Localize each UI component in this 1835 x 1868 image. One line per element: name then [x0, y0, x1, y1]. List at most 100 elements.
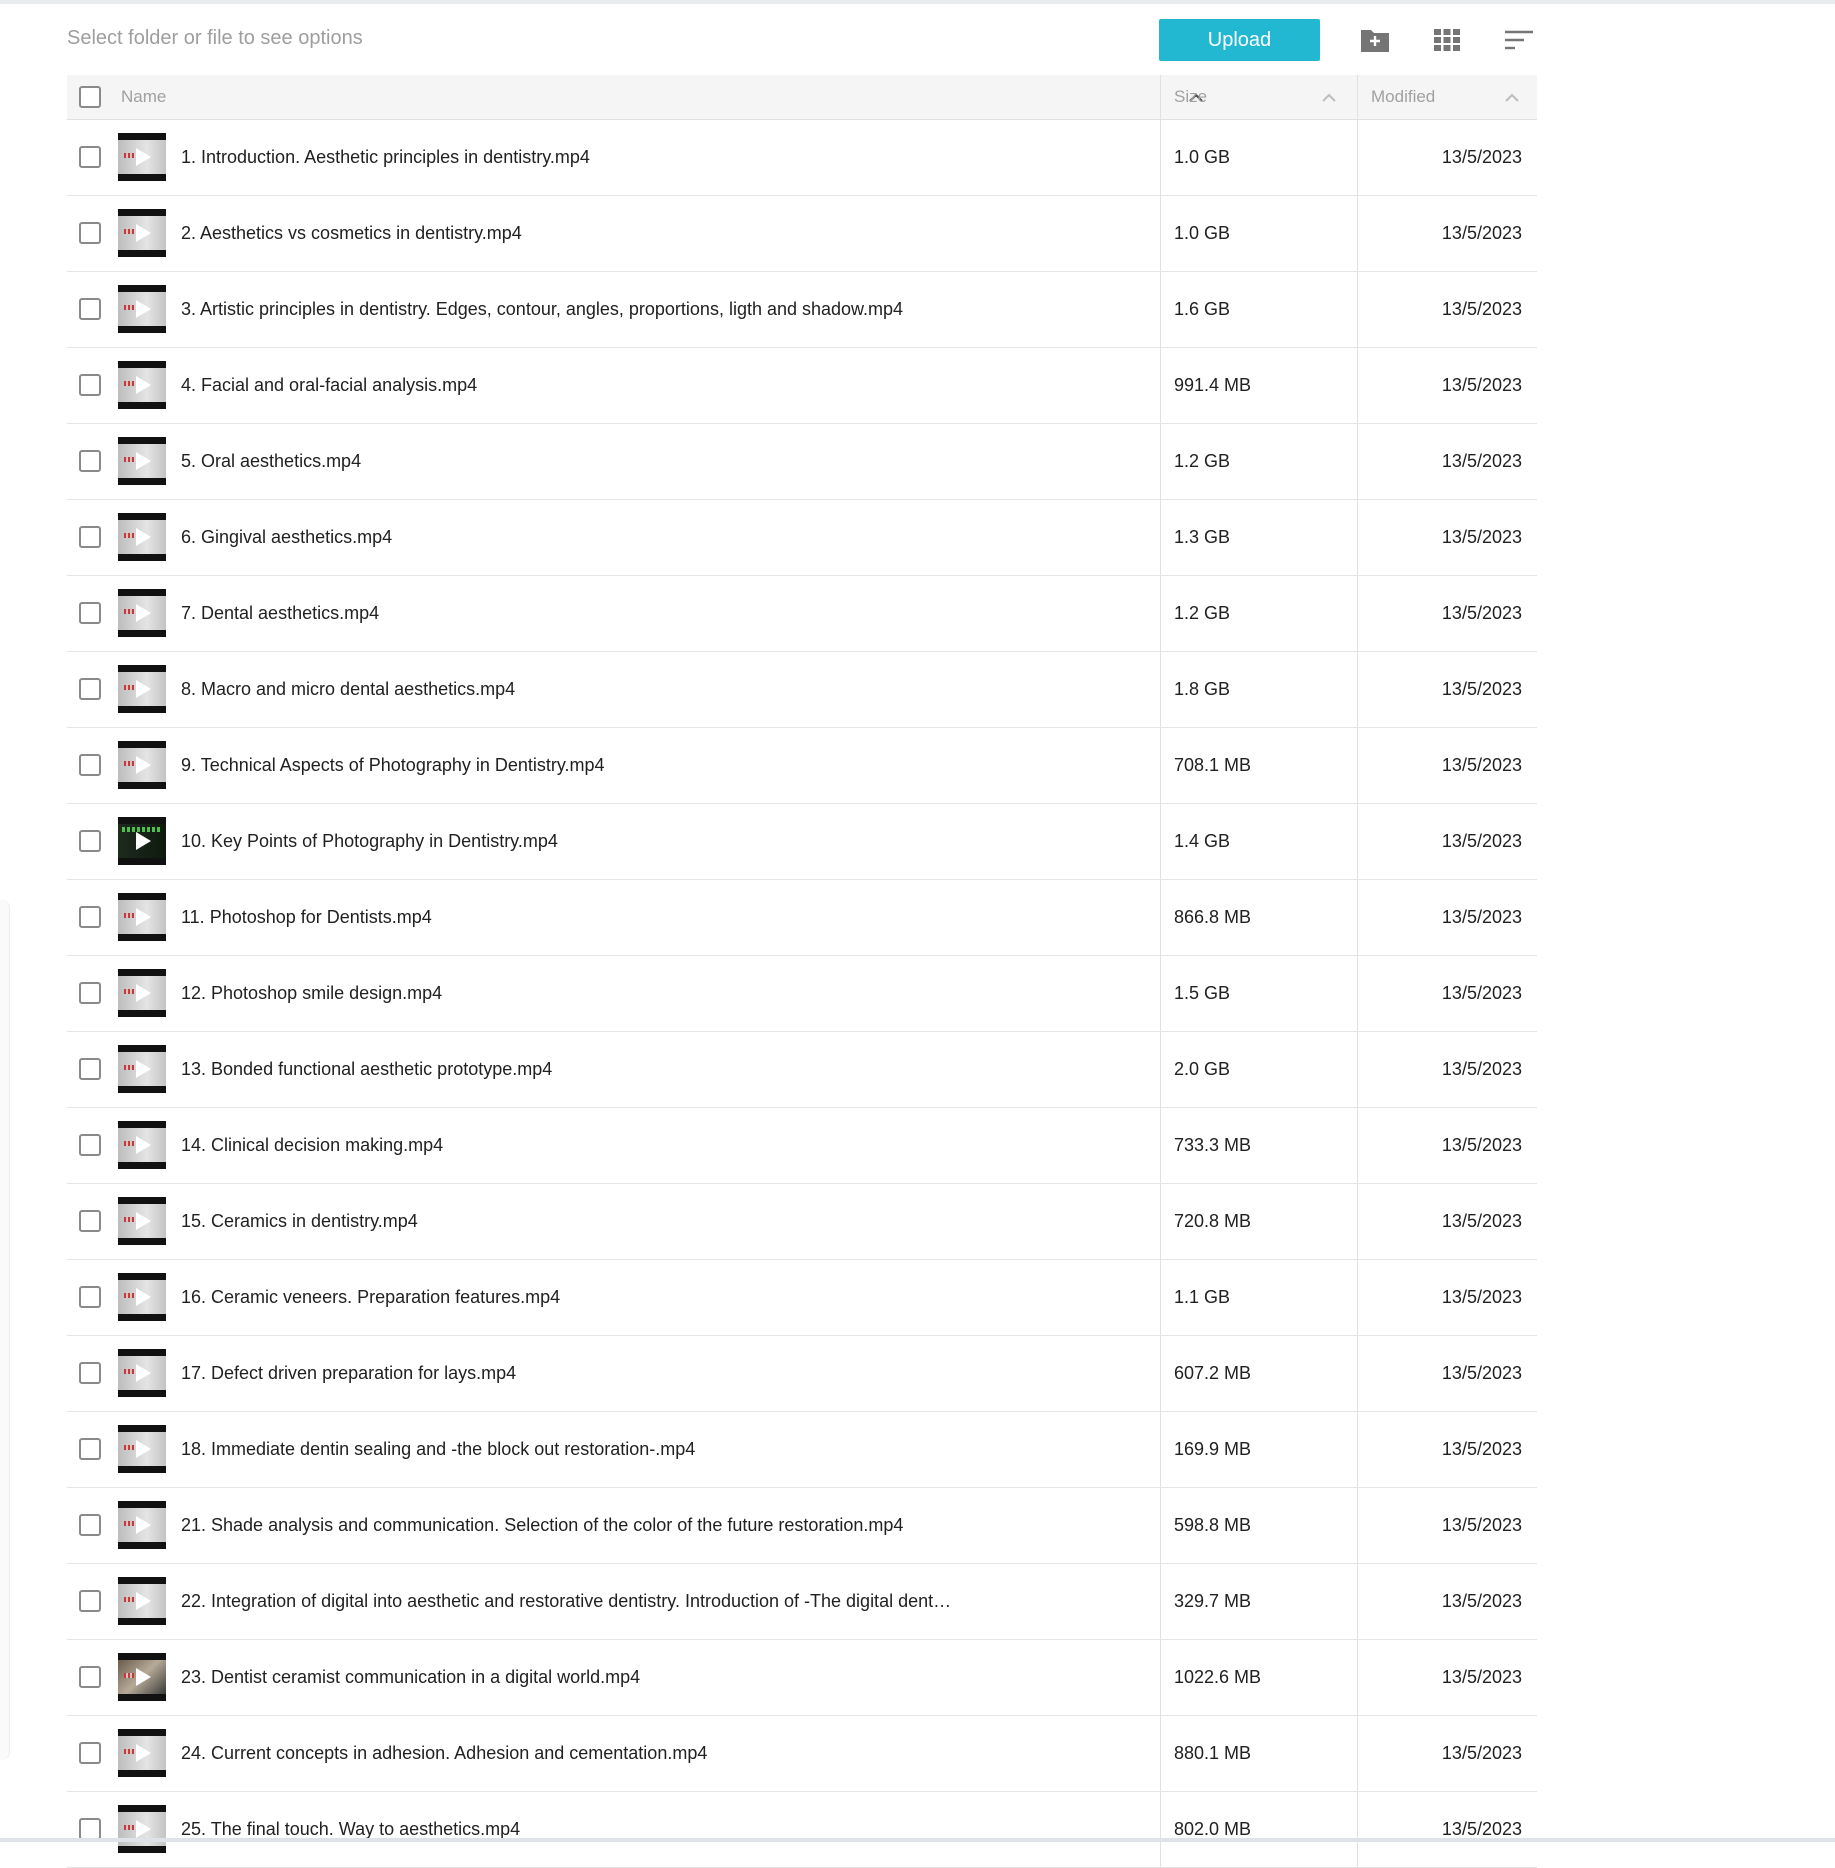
row-checkbox[interactable]: [79, 1590, 101, 1612]
table-row[interactable]: 8. Macro and micro dental aesthetics.mp4…: [67, 652, 1537, 728]
video-thumbnail[interactable]: [118, 589, 166, 637]
table-row[interactable]: 6. Gingival aesthetics.mp4 1.3 GB 13/5/202…: [67, 500, 1537, 576]
video-thumbnail[interactable]: [118, 513, 166, 561]
file-name[interactable]: 5. Oral aesthetics.mp4: [181, 424, 361, 498]
row-checkbox[interactable]: [79, 526, 101, 548]
row-checkbox[interactable]: [79, 906, 101, 928]
table-row[interactable]: 7. Dental aesthetics.mp4 1.2 GB 13/5/2023: [67, 576, 1537, 652]
table-row[interactable]: 3. Artistic principles in dentistry. Edg…: [67, 272, 1537, 348]
file-name[interactable]: 16. Ceramic veneers. Preparation feature…: [181, 1260, 560, 1334]
file-name[interactable]: 23. Dentist ceramist communication in a …: [181, 1640, 640, 1714]
select-all-checkbox[interactable]: [79, 86, 101, 108]
video-thumbnail[interactable]: [118, 1805, 166, 1853]
video-thumbnail[interactable]: [118, 969, 166, 1017]
video-thumbnail[interactable]: [118, 1045, 166, 1093]
row-checkbox[interactable]: [79, 678, 101, 700]
row-checkbox[interactable]: [79, 1286, 101, 1308]
video-thumbnail[interactable]: [118, 133, 166, 181]
table-row[interactable]: 5. Oral aesthetics.mp4 1.2 GB 13/5/2023: [67, 424, 1537, 500]
table-row[interactable]: 1. Introduction. Aesthetic principles in…: [67, 120, 1537, 196]
file-name[interactable]: 21. Shade analysis and communication. Se…: [181, 1488, 903, 1562]
file-name[interactable]: 6. Gingival aesthetics.mp4: [181, 500, 392, 574]
row-checkbox[interactable]: [79, 1134, 101, 1156]
file-name[interactable]: 3. Artistic principles in dentistry. Edg…: [181, 272, 903, 346]
file-name[interactable]: 12. Photoshop smile design.mp4: [181, 956, 442, 1030]
row-checkbox[interactable]: [79, 450, 101, 472]
video-thumbnail[interactable]: [118, 817, 166, 865]
file-name[interactable]: 17. Defect driven preparation for lays.m…: [181, 1336, 516, 1410]
grid-view-icon[interactable]: [1431, 24, 1463, 56]
column-header-size[interactable]: Size: [1174, 75, 1354, 119]
file-name[interactable]: 24. Current concepts in adhesion. Adhesi…: [181, 1716, 707, 1790]
video-thumbnail[interactable]: [118, 1197, 166, 1245]
table-row[interactable]: 2. Aesthetics vs cosmetics in dentistry.…: [67, 196, 1537, 272]
file-name[interactable]: 2. Aesthetics vs cosmetics in dentistry.…: [181, 196, 522, 270]
table-row[interactable]: 17. Defect driven preparation for lays.m…: [67, 1336, 1537, 1412]
file-name[interactable]: 11. Photoshop for Dentists.mp4: [181, 880, 432, 954]
table-row[interactable]: 25. The final touch. Way to aesthetics.m…: [67, 1792, 1537, 1868]
video-thumbnail[interactable]: [118, 1577, 166, 1625]
file-name[interactable]: 13. Bonded functional aesthetic prototyp…: [181, 1032, 552, 1106]
row-checkbox[interactable]: [79, 146, 101, 168]
video-thumbnail[interactable]: [118, 665, 166, 713]
video-thumbnail[interactable]: [118, 741, 166, 789]
row-checkbox[interactable]: [79, 1742, 101, 1764]
file-name[interactable]: 4. Facial and oral-facial analysis.mp4: [181, 348, 477, 422]
video-thumbnail[interactable]: [118, 1121, 166, 1169]
row-checkbox[interactable]: [79, 830, 101, 852]
row-checkbox[interactable]: [79, 602, 101, 624]
file-name[interactable]: 8. Macro and micro dental aesthetics.mp4: [181, 652, 515, 726]
row-checkbox[interactable]: [79, 1818, 101, 1840]
file-name[interactable]: 7. Dental aesthetics.mp4: [181, 576, 379, 650]
video-thumbnail[interactable]: [118, 1501, 166, 1549]
video-thumbnail[interactable]: [118, 893, 166, 941]
table-row[interactable]: 21. Shade analysis and communication. Se…: [67, 1488, 1537, 1564]
row-checkbox[interactable]: [79, 374, 101, 396]
file-name[interactable]: 9. Technical Aspects of Photography in D…: [181, 728, 605, 802]
table-row[interactable]: 11. Photoshop for Dentists.mp4 866.8 MB 13…: [67, 880, 1537, 956]
file-name[interactable]: 10. Key Points of Photography in Dentist…: [181, 804, 558, 878]
sort-icon[interactable]: [1503, 24, 1535, 56]
table-row[interactable]: 9. Technical Aspects of Photography in D…: [67, 728, 1537, 804]
table-row[interactable]: 4. Facial and oral-facial analysis.mp4 99…: [67, 348, 1537, 424]
row-checkbox[interactable]: [79, 1210, 101, 1232]
file-name[interactable]: 25. The final touch. Way to aesthetics.m…: [181, 1792, 520, 1866]
table-row[interactable]: 22. Integration of digital into aestheti…: [67, 1564, 1537, 1640]
row-checkbox[interactable]: [79, 1438, 101, 1460]
row-checkbox[interactable]: [79, 1666, 101, 1688]
row-checkbox[interactable]: [79, 1362, 101, 1384]
video-thumbnail[interactable]: [118, 1653, 166, 1701]
file-name[interactable]: 14. Clinical decision making.mp4: [181, 1108, 443, 1182]
row-checkbox[interactable]: [79, 1514, 101, 1536]
video-thumbnail[interactable]: [118, 285, 166, 333]
table-row[interactable]: 15. Ceramics in dentistry.mp4 720.8 MB 13/…: [67, 1184, 1537, 1260]
row-checkbox[interactable]: [79, 1058, 101, 1080]
row-checkbox[interactable]: [79, 754, 101, 776]
table-row[interactable]: 12. Photoshop smile design.mp4 1.5 GB 13/5…: [67, 956, 1537, 1032]
video-thumbnail[interactable]: [118, 1425, 166, 1473]
table-row[interactable]: 14. Clinical decision making.mp4 733.3 MB…: [67, 1108, 1537, 1184]
table-row[interactable]: 24. Current concepts in adhesion. Adhesi…: [67, 1716, 1537, 1792]
file-name[interactable]: 22. Integration of digital into aestheti…: [181, 1564, 951, 1638]
table-row[interactable]: 16. Ceramic veneers. Preparation feature…: [67, 1260, 1537, 1336]
column-header-name[interactable]: Name: [121, 75, 1221, 119]
table-row[interactable]: 18. Immediate dentin sealing and -the bl…: [67, 1412, 1537, 1488]
video-thumbnail[interactable]: [118, 1729, 166, 1777]
video-thumbnail[interactable]: [118, 209, 166, 257]
video-thumbnail[interactable]: [118, 437, 166, 485]
file-name[interactable]: 1. Introduction. Aesthetic principles in…: [181, 120, 590, 194]
table-row[interactable]: 23. Dentist ceramist communication in a …: [67, 1640, 1537, 1716]
table-row[interactable]: 13. Bonded functional aesthetic prototyp…: [67, 1032, 1537, 1108]
file-name[interactable]: 18. Immediate dentin sealing and -the bl…: [181, 1412, 695, 1486]
file-name[interactable]: 15. Ceramics in dentistry.mp4: [181, 1184, 418, 1258]
row-checkbox[interactable]: [79, 982, 101, 1004]
video-thumbnail[interactable]: [118, 361, 166, 409]
new-folder-icon[interactable]: [1359, 24, 1391, 56]
video-thumbnail[interactable]: [118, 1273, 166, 1321]
row-checkbox[interactable]: [79, 298, 101, 320]
table-row[interactable]: 10. Key Points of Photography in Dentist…: [67, 804, 1537, 880]
video-thumbnail[interactable]: [118, 1349, 166, 1397]
row-checkbox[interactable]: [79, 222, 101, 244]
upload-button[interactable]: Upload: [1159, 19, 1320, 61]
column-header-modified[interactable]: Modified: [1371, 75, 1537, 119]
